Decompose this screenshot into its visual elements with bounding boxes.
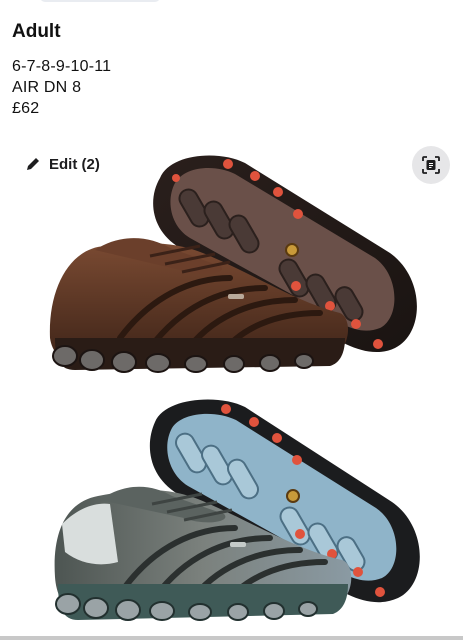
listing-info: Adult 6-7-8-9-10-11 AIR DN 8 £62 <box>12 20 312 119</box>
shoe-photo-grey-blue[interactable] <box>0 392 463 640</box>
live-text-icon <box>422 156 440 174</box>
listing-sizes: 6-7-8-9-10-11 <box>12 58 112 75</box>
listing-heading: Adult <box>12 21 61 42</box>
top-bar-remnant <box>40 0 160 2</box>
listing-model: AIR DN 8 <box>12 79 82 96</box>
shoe-illustration-grey-blue <box>0 399 463 640</box>
edit-button[interactable]: Edit (2) <box>25 152 100 176</box>
live-text-button[interactable] <box>412 146 450 184</box>
pencil-icon <box>27 158 39 170</box>
screen: Adult 6-7-8-9-10-11 AIR DN 8 £62 Edit (2… <box>0 0 463 640</box>
edit-button-label: Edit (2) <box>49 155 100 173</box>
listing-price: £62 <box>12 100 40 117</box>
